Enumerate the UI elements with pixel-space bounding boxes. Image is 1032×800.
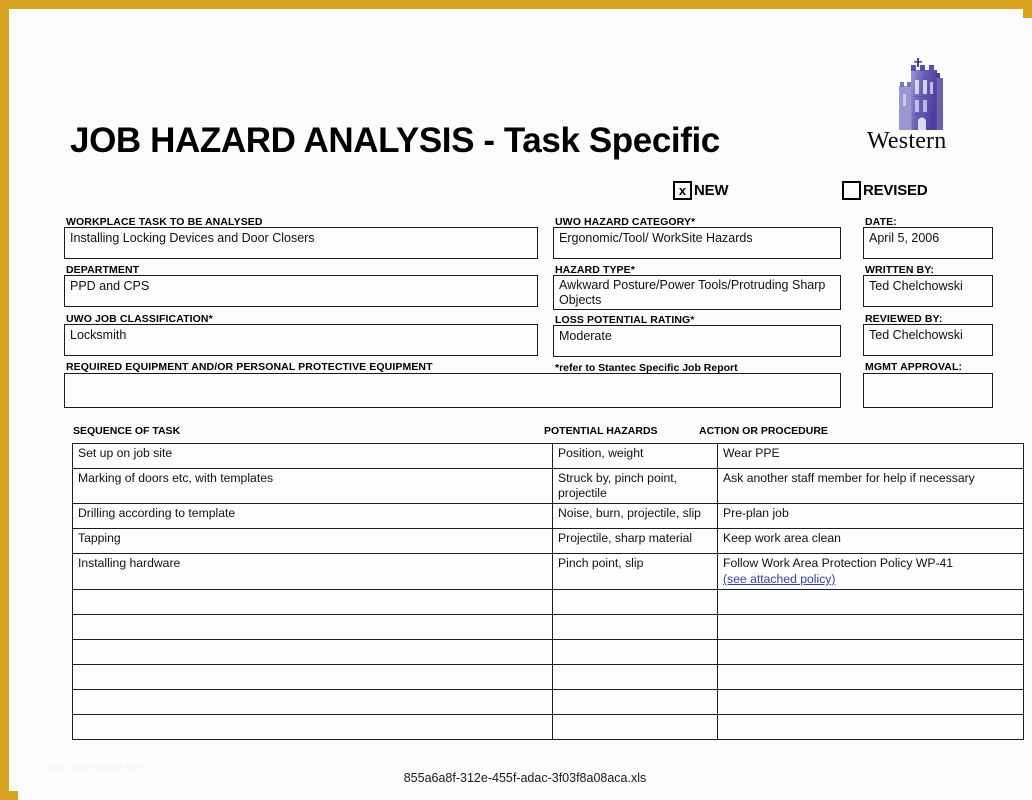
action-procedure-cell[interactable]: Keep work area clean	[717, 528, 1024, 554]
task-sequence-cell[interactable]	[72, 689, 553, 715]
action-procedure-cell[interactable]	[717, 639, 1024, 665]
page-frame: JOB HAZARD ANALYSIS - Task Specific West…	[0, 0, 1032, 800]
hazard-type-value: Awkward Posture/Power Tools/Protruding S…	[559, 278, 826, 307]
new-checkbox[interactable]: x	[673, 181, 692, 200]
action-procedure-cell[interactable]	[717, 689, 1024, 715]
potential-hazards-cell[interactable]: Position, weight	[552, 443, 718, 469]
potential-hazards-cell[interactable]: Pinch point, slip	[552, 553, 718, 590]
task-sequence-cell[interactable]	[72, 664, 553, 690]
table-row: Marking of doors etc, with templates Stru…	[72, 468, 1024, 504]
task-sequence-cell[interactable]	[72, 614, 553, 640]
page-title: JOB HAZARD ANALYSIS - Task Specific	[70, 121, 720, 160]
table-row: Set up on job site Position, weight Wear P…	[72, 443, 1024, 469]
new-checkbox-group[interactable]: x NEW	[673, 181, 729, 200]
potential-hazards-cell[interactable]	[552, 614, 718, 640]
job-classification-value: Locksmith	[70, 328, 127, 342]
new-checkbox-label: NEW	[694, 182, 729, 199]
table-row	[72, 664, 1024, 690]
action-procedure-cell[interactable]	[717, 714, 1024, 740]
required-equipment-label: REQUIRED EQUIPMENT AND/OR PERSONAL PROTE…	[66, 361, 433, 373]
table-row: Installing hardware Pinch point, slip Foll…	[72, 553, 1024, 590]
task-table: Set up on job site Position, weight Wear P…	[72, 443, 1024, 740]
date-value: April 5, 2006	[869, 231, 940, 245]
refer-note: *refer to Stantec Specific Job Report	[555, 362, 738, 374]
mgmt-approval-label: MGMT APPROVAL:	[865, 361, 963, 373]
potential-hazards-cell[interactable]	[552, 689, 718, 715]
department-value: PPD and CPS	[70, 279, 150, 293]
reviewed-by-field[interactable]: Ted Chelchowski	[863, 324, 993, 356]
date-field[interactable]: April 5, 2006	[863, 227, 993, 259]
task-sequence-cell[interactable]: Drilling according to template	[72, 503, 553, 529]
western-wordmark: Western	[867, 128, 947, 154]
potential-hazards-cell[interactable]	[552, 639, 718, 665]
potential-hazards-cell[interactable]	[552, 664, 718, 690]
job-classification-field[interactable]: Locksmith	[64, 324, 538, 356]
table-header-hazards: POTENTIAL HAZARDS	[544, 425, 658, 437]
task-sequence-cell[interactable]: Set up on job site	[72, 443, 553, 469]
task-sequence-cell[interactable]	[72, 589, 553, 615]
potential-hazards-cell[interactable]	[552, 589, 718, 615]
potential-hazards-cell[interactable]: Projectile, sharp material	[552, 528, 718, 554]
action-procedure-cell[interactable]: Pre-plan job	[717, 503, 1024, 529]
mgmt-approval-field[interactable]	[863, 373, 993, 408]
footer-filename: 855a6a8f-312e-455f-adac-3f03f8a08aca.xls	[403, 771, 647, 785]
hazard-type-field[interactable]: Awkward Posture/Power Tools/Protruding S…	[553, 275, 841, 310]
workplace-task-value: Installing Locking Devices and Door Clos…	[70, 231, 315, 245]
workplace-task-field[interactable]: Installing Locking Devices and Door Clos…	[64, 227, 538, 259]
task-sequence-cell[interactable]: Marking of doors etc, with templates	[72, 468, 553, 504]
table-row	[72, 689, 1024, 715]
attached-policy-link[interactable]: (see attached policy)	[723, 572, 835, 587]
action-procedure-cell[interactable]: Wear PPE	[717, 443, 1024, 469]
task-sequence-cell[interactable]	[72, 714, 553, 740]
action-procedure-cell[interactable]: Ask another staff member for help if nec…	[717, 468, 1024, 504]
western-logo: Western	[867, 56, 979, 162]
task-sequence-cell[interactable]: Tapping	[72, 528, 553, 554]
action-procedure-cell[interactable]	[717, 664, 1024, 690]
revised-checkbox-group[interactable]: REVISED	[842, 181, 928, 200]
hazard-category-field[interactable]: Ergonomic/Tool/ WorkSite Hazards	[553, 227, 841, 259]
table-header-sequence: SEQUENCE OF TASK	[73, 425, 181, 437]
western-tower-logo-icon	[899, 58, 943, 130]
reviewed-by-value: Ted Chelchowski	[869, 328, 963, 342]
loss-potential-field[interactable]: Moderate	[553, 325, 841, 357]
status-checkbox-row: x NEW REVISED	[673, 181, 973, 205]
written-by-value: Ted Chelchowski	[869, 279, 963, 293]
written-by-field[interactable]: Ted Chelchowski	[863, 275, 993, 307]
department-field[interactable]: PPD and CPS	[64, 275, 538, 307]
potential-hazards-cell[interactable]: Struck by, pinch point, projectile	[552, 468, 718, 504]
table-row	[72, 639, 1024, 665]
table-row: Drilling according to template Noise, bur…	[72, 503, 1024, 529]
table-row	[72, 614, 1024, 640]
document-sheet: JOB HAZARD ANALYSIS - Task Specific West…	[18, 18, 1032, 800]
action-procedure-cell[interactable]: Follow Work Area Protection Policy WP-41…	[717, 553, 1024, 590]
table-row: Tapping Projectile, sharp material Keep wo…	[72, 528, 1024, 554]
potential-hazards-cell[interactable]: Noise, burn, projectile, slip	[552, 503, 718, 529]
revised-checkbox[interactable]	[842, 181, 861, 200]
task-sequence-cell[interactable]	[72, 639, 553, 665]
revised-checkbox-label: REVISED	[863, 182, 928, 199]
task-table-body: Set up on job site Position, weight Wear P…	[72, 443, 1024, 740]
task-sequence-cell[interactable]: Installing hardware	[72, 553, 553, 590]
table-row	[72, 714, 1024, 740]
action-procedure-cell[interactable]	[717, 589, 1024, 615]
action-procedure-text: Follow Work Area Protection Policy WP-41	[723, 556, 954, 570]
action-procedure-cell[interactable]	[717, 614, 1024, 640]
potential-hazards-cell[interactable]	[552, 714, 718, 740]
loss-potential-value: Moderate	[559, 329, 612, 343]
hazard-category-value: Ergonomic/Tool/ WorkSite Hazards	[559, 231, 753, 245]
required-equipment-field[interactable]	[64, 373, 841, 408]
table-header-action: ACTION OR PROCEDURE	[699, 425, 828, 437]
table-row	[72, 589, 1024, 615]
